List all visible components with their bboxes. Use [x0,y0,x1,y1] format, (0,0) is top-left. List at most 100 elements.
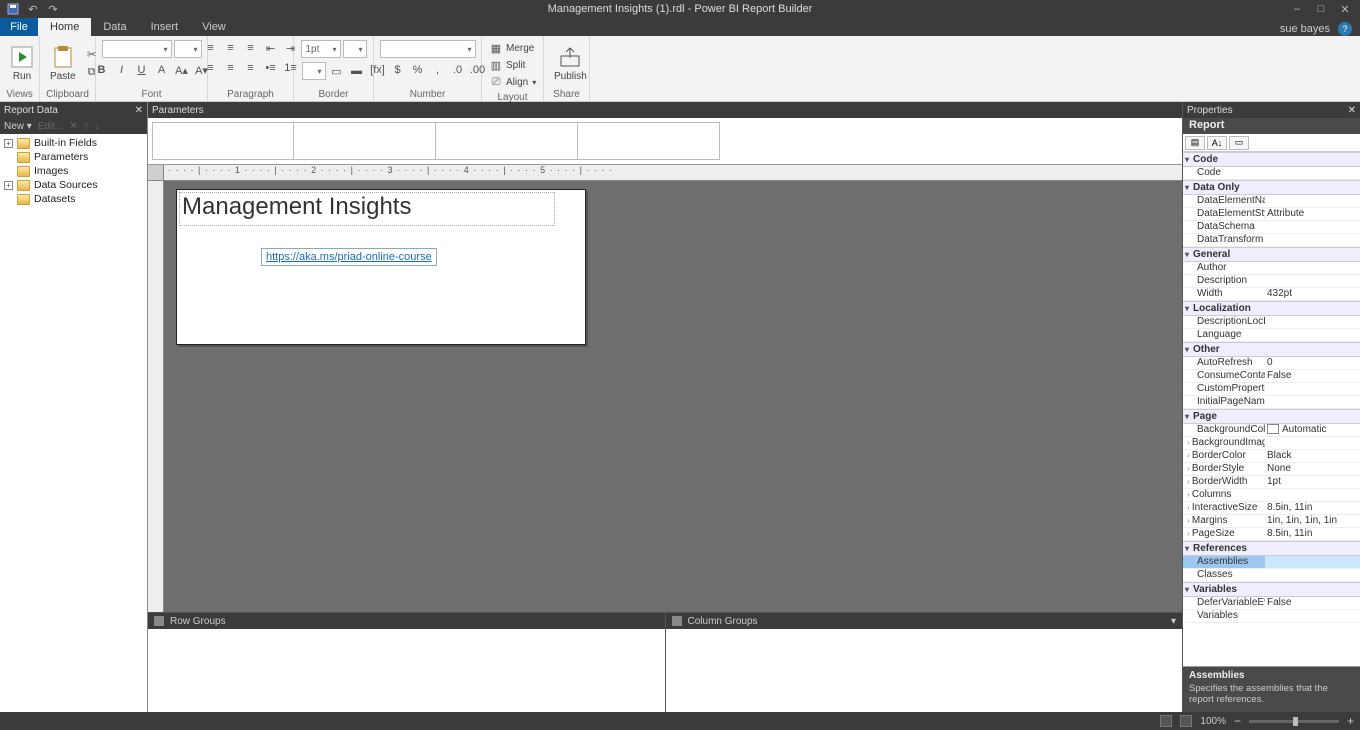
hyperlink-textbox[interactable]: https://aka.ms/priad-online-course [261,248,437,266]
property-row[interactable]: PageSize8.5in, 11in [1183,528,1360,541]
design-surface[interactable]: · · · · | · · · · 1 · · · · | · · · · 2 … [148,165,1182,612]
design-mode-icon[interactable] [1160,715,1172,727]
merge-button[interactable]: ▦Merge [488,40,534,56]
zoom-slider[interactable] [1249,720,1339,723]
run-button[interactable]: Run [6,43,38,84]
property-row[interactable]: InteractiveSize8.5in, 11in [1183,502,1360,515]
property-row[interactable]: DataElementStyleAttribute [1183,208,1360,221]
move-up-icon[interactable]: ↑ [84,121,89,132]
zoom-out-icon[interactable]: − [1234,714,1241,728]
properties-selected-object[interactable]: Report [1183,118,1360,134]
align-middle-icon[interactable]: ≡ [222,60,240,76]
property-row[interactable]: Columns [1183,489,1360,502]
delete-button[interactable]: ✕ [69,121,77,132]
property-row[interactable]: Assemblies [1183,556,1360,569]
parameters-strip[interactable] [148,118,1182,165]
property-row[interactable]: BorderStyleNone [1183,463,1360,476]
property-row[interactable]: DeferVariableEvaluationFalse [1183,597,1360,610]
tab-view[interactable]: View [190,18,238,36]
tree-item[interactable]: +Built-in Fields [0,136,147,150]
tree-item[interactable]: Parameters [0,150,147,164]
number-format-combo[interactable] [380,40,476,58]
property-category[interactable]: ▾Code [1183,152,1360,167]
align-center-icon[interactable]: ≡ [222,40,240,56]
categorized-icon[interactable]: ▤ [1185,136,1205,150]
property-row[interactable]: DataTransform [1183,234,1360,247]
align-right-icon[interactable]: ≡ [242,40,260,56]
underline-icon[interactable]: U [133,62,151,78]
bold-icon[interactable]: B [93,62,111,78]
thousands-icon[interactable]: , [429,62,447,78]
zoom-in-icon[interactable]: + [1347,714,1354,728]
property-row[interactable]: Description [1183,275,1360,288]
edit-button[interactable]: Edit... [38,121,64,132]
property-category[interactable]: ▾General [1183,247,1360,262]
currency-icon[interactable]: $ [389,62,407,78]
property-row[interactable]: BorderColorBlack [1183,450,1360,463]
tab-file[interactable]: File [0,18,38,36]
minimize-icon[interactable]: – [1290,2,1304,16]
border-preset-icon[interactable]: ▭ [328,63,346,79]
report-title-textbox[interactable]: Management Insights [179,192,555,226]
property-pages-icon[interactable]: ▭ [1229,136,1249,150]
property-row[interactable]: Author [1183,262,1360,275]
property-row[interactable]: Language [1183,329,1360,342]
decrease-decimal-icon[interactable]: .0 [449,62,467,78]
row-groups-list[interactable] [148,629,665,712]
group-menu-icon[interactable]: ▾ [1171,616,1176,627]
report-body[interactable]: Management Insights https://aka.ms/priad… [176,189,586,345]
tab-home[interactable]: Home [38,18,91,36]
zoom-level[interactable]: 100% [1200,716,1226,727]
move-down-icon[interactable]: ↓ [95,121,100,132]
new-button[interactable]: New ▾ [4,121,32,132]
property-row[interactable]: BackgroundImage [1183,437,1360,450]
save-icon[interactable] [6,2,20,16]
decrease-indent-icon[interactable]: ⇤ [262,40,280,56]
tab-data[interactable]: Data [91,18,138,36]
property-row[interactable]: Width432pt [1183,288,1360,301]
property-row[interactable]: DataElementName [1183,195,1360,208]
restore-icon[interactable]: □ [1314,2,1328,16]
border-color-combo[interactable] [302,62,326,80]
property-category[interactable]: ▾Data Only [1183,180,1360,195]
percent-icon[interactable]: % [409,62,427,78]
property-row[interactable]: Variables [1183,610,1360,623]
property-row[interactable]: CustomProperties [1183,383,1360,396]
property-row[interactable]: DataSchema [1183,221,1360,234]
undo-icon[interactable]: ↶ [26,2,40,16]
italic-icon[interactable]: I [113,62,131,78]
tab-insert[interactable]: Insert [139,18,191,36]
bullets-icon[interactable]: •≡ [262,60,280,76]
alphabetical-icon[interactable]: A↓ [1207,136,1227,150]
fill-color-icon[interactable]: ▬ [348,63,366,79]
property-row[interactable]: AutoRefresh0 [1183,357,1360,370]
property-row[interactable]: ConsumeContainerWhitespaceFalse [1183,370,1360,383]
column-groups-list[interactable] [666,629,1183,712]
property-category[interactable]: ▾Variables [1183,582,1360,597]
property-row[interactable]: DescriptionLocID [1183,316,1360,329]
align-left-icon[interactable]: ≡ [202,40,220,56]
property-category[interactable]: ▾Page [1183,409,1360,424]
property-row[interactable]: Code [1183,167,1360,180]
help-icon[interactable]: ? [1338,22,1352,36]
align-bottom-icon[interactable]: ≡ [242,60,260,76]
property-category[interactable]: ▾Localization [1183,301,1360,316]
property-row[interactable]: BackgroundColorAutomatic [1183,424,1360,437]
close-properties-icon[interactable]: ✕ [1348,105,1356,116]
close-report-data-icon[interactable]: ✕ [135,105,143,116]
property-category[interactable]: ▾Other [1183,342,1360,357]
properties-grid[interactable]: ▾CodeCode▾Data OnlyDataElementNameDataEl… [1183,152,1360,666]
font-color-icon[interactable]: A [153,62,171,78]
align-top-icon[interactable]: ≡ [202,60,220,76]
property-row[interactable]: BorderWidth1pt [1183,476,1360,489]
font-size-combo[interactable] [174,40,202,58]
property-category[interactable]: ▾References [1183,541,1360,556]
tree-item[interactable]: +Data Sources [0,178,147,192]
tree-item[interactable]: Datasets [0,192,147,206]
split-button[interactable]: ▥Split [488,57,525,73]
tree-item[interactable]: Images [0,164,147,178]
publish-button[interactable]: Publish [550,43,591,84]
paste-button[interactable]: Paste [46,43,80,84]
preview-mode-icon[interactable] [1180,715,1192,727]
report-data-tree[interactable]: +Built-in FieldsParametersImages+Data So… [0,134,147,208]
